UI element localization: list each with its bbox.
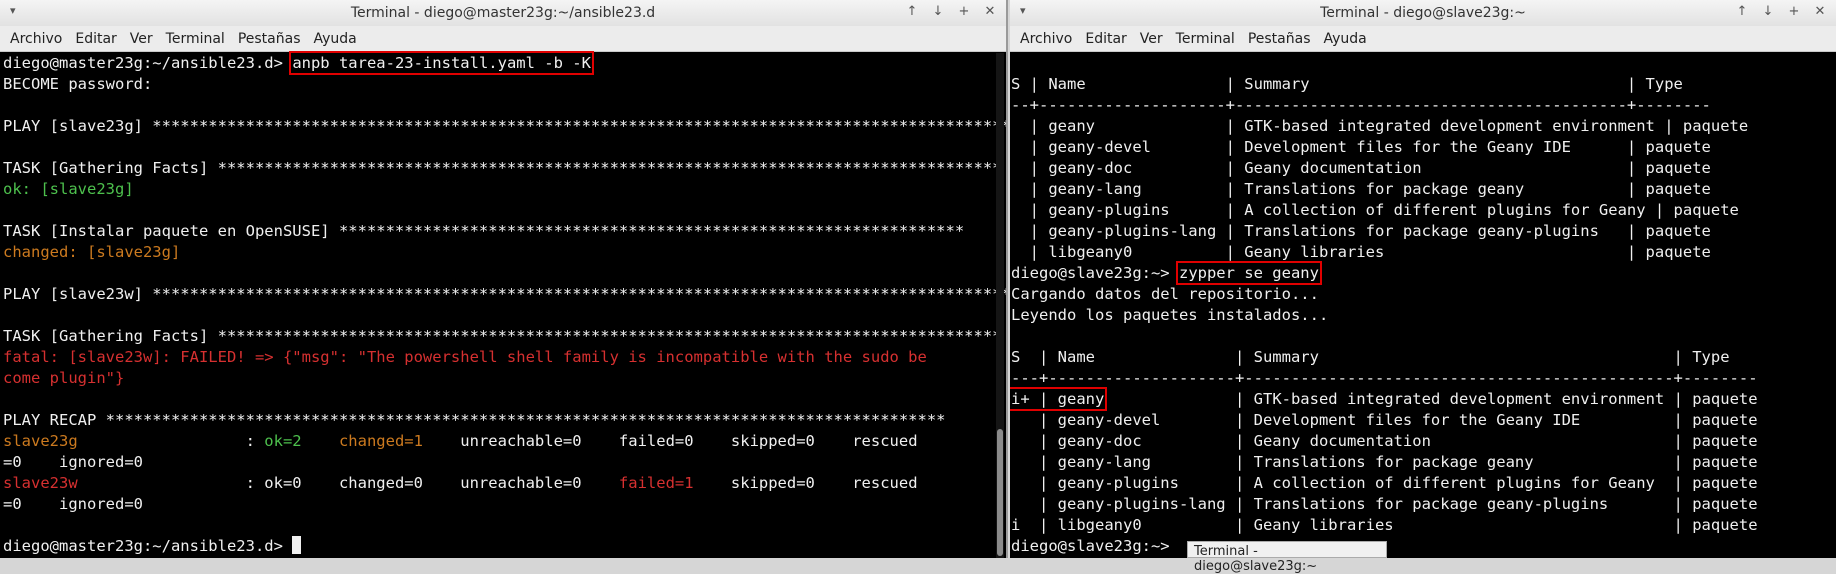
- menu-terminal[interactable]: Terminal: [160, 26, 232, 51]
- table2-row: | geany-plugins | A collection of differ…: [1011, 474, 1758, 492]
- final-prompt: diego@slave23g:~>: [1011, 537, 1170, 555]
- fatal-line-1: fatal: [slave23w]: FAILED! => {"msg": "T…: [3, 348, 927, 366]
- table1-row: | libgeany0 | Geany libraries | paquete: [1011, 243, 1711, 261]
- highlighted-command: zypper se geany: [1175, 261, 1322, 285]
- menu-bar: Archivo Editar Ver Terminal Pestañas Ayu…: [1010, 26, 1836, 52]
- menu-pestanas[interactable]: Pestañas: [1242, 26, 1318, 51]
- taskbar-tooltip: Terminal - diego@slave23g:~: [1187, 541, 1387, 574]
- table2-row: | geany-lang | Translations for package …: [1011, 453, 1758, 471]
- loading-line-2: Leyendo los paquetes instalados...: [1011, 306, 1329, 324]
- recap-header: PLAY RECAP *****************************…: [3, 411, 946, 429]
- move-up-icon[interactable]: ↑: [1732, 3, 1752, 21]
- table1-row: | geany-lang | Translations for package …: [1011, 180, 1711, 198]
- title-bar[interactable]: ▾ Terminal - diego@slave23g:~ ↑ ↓ + ✕: [1010, 0, 1836, 26]
- table1-row: | geany-plugins | A collection of differ…: [1011, 201, 1739, 219]
- scrollbar[interactable]: [996, 53, 1004, 558]
- maximize-icon[interactable]: +: [1784, 3, 1804, 21]
- command-line: diego@master23g:~/ansible23.d> anpb tare…: [3, 51, 594, 75]
- menu-ayuda[interactable]: Ayuda: [308, 26, 364, 51]
- recap-ok: ok=2: [264, 432, 302, 450]
- recap-host: slave23w: [3, 474, 78, 492]
- loading-line-1: Cargando datos del repositorio...: [1011, 285, 1319, 303]
- recap-changed: changed=1: [338, 432, 423, 450]
- prompt: diego@master23g:~/ansible23.d>: [3, 54, 283, 72]
- table1-separator: --+--------------------+----------------…: [1011, 96, 1711, 114]
- table1-row: | geany | GTK-based integrated developme…: [1011, 117, 1749, 135]
- task-header-1: TASK [Gathering Facts] *****************…: [3, 159, 1002, 177]
- maximize-icon[interactable]: +: [954, 3, 974, 21]
- menu-editar[interactable]: Editar: [69, 26, 123, 51]
- move-down-icon[interactable]: ↓: [1758, 3, 1778, 21]
- menu-archivo[interactable]: Archivo: [1014, 26, 1079, 51]
- highlighted-command: anpb tarea-23-install.yaml -b -K: [289, 51, 594, 75]
- terminal-output[interactable]: diego@master23g:~/ansible23.d> anpb tare…: [0, 51, 1008, 558]
- table2-row-installed: i+ | geany | GTK-based integrated develo…: [1010, 387, 1758, 411]
- play-header-1: PLAY [slave23g] ************************…: [3, 117, 1008, 135]
- window-title: Terminal - diego@slave23g:~: [1320, 5, 1526, 21]
- become-prompt: BECOME password:: [3, 75, 153, 93]
- recap-row-slave23w: slave23w : ok=0 changed=0 unreachable=0 …: [3, 474, 918, 492]
- menu-ayuda[interactable]: Ayuda: [1318, 26, 1374, 51]
- terminal-window-slave[interactable]: ▾ Terminal - diego@slave23g:~ ↑ ↓ + ✕ Ar…: [1010, 0, 1836, 558]
- recap-host: slave23g: [3, 432, 78, 450]
- title-bar[interactable]: ▾ Terminal - diego@master23g:~/ansible23…: [0, 0, 1006, 26]
- menu-terminal[interactable]: Terminal: [1170, 26, 1242, 51]
- final-prompt: diego@master23g:~/ansible23.d>: [3, 536, 302, 557]
- highlighted-installed-status: i+ | geany: [1010, 387, 1108, 411]
- text-cursor: [292, 536, 302, 554]
- table1-row: | geany-plugins-lang | Translations for …: [1011, 222, 1711, 240]
- recap-failed: failed=1: [618, 474, 694, 492]
- move-up-icon[interactable]: ↑: [902, 3, 922, 21]
- recap-row-slave23g: slave23g : ok=2 changed=1 unreachable=0 …: [3, 432, 918, 450]
- table2-row: | geany-doc | Geany documentation | paqu…: [1011, 432, 1758, 450]
- table1-row: | geany-doc | Geany documentation | paqu…: [1011, 159, 1711, 177]
- close-icon[interactable]: ✕: [1810, 3, 1830, 21]
- window-title: Terminal - diego@master23g:~/ansible23.d: [350, 5, 656, 21]
- table2-row: | geany-plugins-lang | Translations for …: [1011, 495, 1758, 513]
- recap-row-slave23w-cont: =0 ignored=0: [3, 495, 143, 513]
- task-header-2: TASK [Instalar paquete en OpenSUSE] ****…: [3, 222, 965, 240]
- menu-ver[interactable]: Ver: [1134, 26, 1170, 51]
- menu-bar: Archivo Editar Ver Terminal Pestañas Ayu…: [0, 26, 1006, 52]
- play-header-2: PLAY [slave23w] ************************…: [3, 285, 1008, 303]
- terminal-window-master[interactable]: ▾ Terminal - diego@master23g:~/ansible23…: [0, 0, 1008, 558]
- fatal-line-2: come plugin"}: [3, 369, 125, 387]
- table1-header: S | Name | Summary | Type: [1011, 75, 1683, 93]
- scrollbar-thumb[interactable]: [997, 429, 1003, 556]
- menu-editar[interactable]: Editar: [1079, 26, 1133, 51]
- terminal-output[interactable]: S | Name | Summary | Type --+-----------…: [1010, 53, 1836, 558]
- table2-header: S | Name | Summary | Type: [1011, 348, 1730, 366]
- command-line: diego@slave23g:~> zypper se geany: [1011, 261, 1322, 285]
- recap-row-slave23g-cont: =0 ignored=0: [3, 453, 143, 471]
- changed-line: changed: [slave23g]: [3, 243, 181, 261]
- task-header-3: TASK [Gathering Facts] *****************…: [3, 327, 1002, 345]
- close-icon[interactable]: ✕: [980, 3, 1000, 21]
- table2-row: i | libgeany0 | Geany libraries | paquet…: [1011, 516, 1758, 534]
- prompt: diego@slave23g:~>: [1011, 264, 1170, 282]
- table1-row: | geany-devel | Development files for th…: [1011, 138, 1711, 156]
- move-down-icon[interactable]: ↓: [928, 3, 948, 21]
- ok-line: ok: [slave23g]: [3, 180, 134, 198]
- table2-row: | geany-devel | Development files for th…: [1011, 411, 1758, 429]
- menu-archivo[interactable]: Archivo: [4, 26, 69, 51]
- menu-ver[interactable]: Ver: [124, 26, 160, 51]
- menu-pestanas[interactable]: Pestañas: [232, 26, 308, 51]
- table2-separator: ---+--------------------+---------------…: [1011, 369, 1758, 387]
